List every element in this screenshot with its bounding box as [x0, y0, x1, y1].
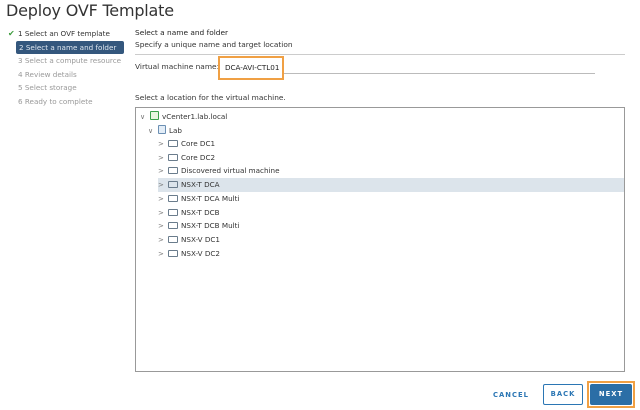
vm-name-input[interactable]: DCA-AVI-CTL01	[218, 56, 284, 80]
next-button[interactable]: NEXT	[590, 384, 632, 405]
tree-node-vcenter[interactable]: ∨ vCenter1.lab.local	[140, 110, 624, 124]
folder-icon	[168, 153, 178, 161]
folder-icon	[168, 235, 178, 243]
tree-node-folder[interactable]: > Discovered virtual machine	[158, 164, 624, 178]
next-button-highlight: NEXT	[587, 381, 635, 408]
folder-icon	[168, 222, 178, 230]
vcenter-icon	[150, 111, 159, 120]
chevron-down-icon[interactable]: ∨	[140, 111, 150, 125]
tree-node-folder[interactable]: > NSX-T DCA Multi	[158, 192, 624, 206]
tree-node-label: vCenter1.lab.local	[162, 112, 228, 121]
divider	[135, 54, 625, 55]
vm-name-underline	[284, 73, 595, 74]
tree-node-folder[interactable]: > Core DC2	[158, 151, 624, 165]
tree-node-label: Core DC1	[181, 139, 216, 148]
step-content: Select a name and folder Specify a uniqu…	[135, 27, 625, 102]
chevron-right-icon[interactable]: >	[158, 179, 168, 193]
step-6: 6 Ready to complete	[18, 96, 93, 106]
folder-icon	[168, 194, 178, 202]
folder-icon	[168, 208, 178, 216]
location-label: Select a location for the virtual machin…	[135, 93, 286, 102]
tree-node-folder[interactable]: > NSX-V DC2	[158, 247, 624, 261]
folder-icon	[168, 140, 178, 147]
tree-node-folder[interactable]: > NSX-T DCA	[158, 178, 624, 192]
chevron-right-icon[interactable]: >	[158, 193, 168, 207]
tree-node-datacenter[interactable]: ∨ Lab	[148, 124, 624, 138]
tree-node-label: Lab	[169, 126, 182, 135]
tree-node-label: NSX-V DC1	[181, 234, 221, 244]
chevron-right-icon[interactable]: >	[158, 152, 168, 166]
wizard-steps: ✔ 1 Select an OVF template 2 Select a nam…	[8, 27, 126, 108]
step-4: 4 Review details	[18, 69, 77, 79]
step-2[interactable]: 2 Select a name and folder	[16, 40, 124, 54]
tree-node-label: NSX-T DCB Multi	[181, 221, 240, 231]
tree-node-label: NSX-V DC2	[181, 248, 221, 258]
back-button[interactable]: BACK	[543, 384, 583, 405]
folder-icon	[168, 249, 178, 257]
chevron-down-icon[interactable]: ∨	[148, 125, 158, 139]
tree-node-folder[interactable]: > Core DC1	[158, 137, 624, 151]
folder-icon	[168, 167, 178, 175]
chevron-right-icon[interactable]: >	[158, 207, 168, 221]
tree-node-label: NSX-T DCA	[181, 180, 220, 190]
page-title: Deploy OVF Template	[6, 1, 174, 20]
tree-node-label: Discovered virtual machine	[181, 166, 280, 176]
chevron-right-icon[interactable]: >	[158, 248, 168, 262]
section-subheading: Specify a unique name and target locatio…	[135, 40, 293, 49]
section-heading: Select a name and folder	[135, 28, 229, 37]
folder-tree: ∨ vCenter1.lab.local ∨ Lab > Core DC1 > Core …	[135, 107, 625, 372]
step-label: 1 Select an OVF template	[18, 29, 110, 38]
vm-name-label: Virtual machine name:	[135, 62, 220, 71]
tree-node-label: Core DC2	[181, 152, 216, 162]
chevron-right-icon[interactable]: >	[158, 220, 168, 234]
tree-node-label: NSX-T DCB	[181, 207, 220, 217]
tree-node-folder[interactable]: > NSX-T DCB Multi	[158, 219, 624, 233]
chevron-right-icon[interactable]: >	[158, 234, 168, 248]
chevron-right-icon[interactable]: >	[158, 165, 168, 179]
datacenter-icon	[158, 125, 166, 134]
tree-node-folder[interactable]: > NSX-T DCB	[158, 206, 624, 220]
step-3: 3 Select a compute resource	[18, 56, 122, 65]
step-1[interactable]: ✔ 1 Select an OVF template	[8, 27, 126, 41]
check-icon: ✔	[8, 29, 15, 38]
tree-node-label: NSX-T DCA Multi	[181, 193, 240, 203]
cancel-button[interactable]: CANCEL	[490, 384, 532, 406]
folder-icon	[168, 181, 178, 189]
step-5: 5 Select storage	[18, 83, 77, 92]
chevron-right-icon[interactable]: >	[158, 138, 168, 152]
tree-node-folder[interactable]: > NSX-V DC1	[158, 233, 624, 247]
